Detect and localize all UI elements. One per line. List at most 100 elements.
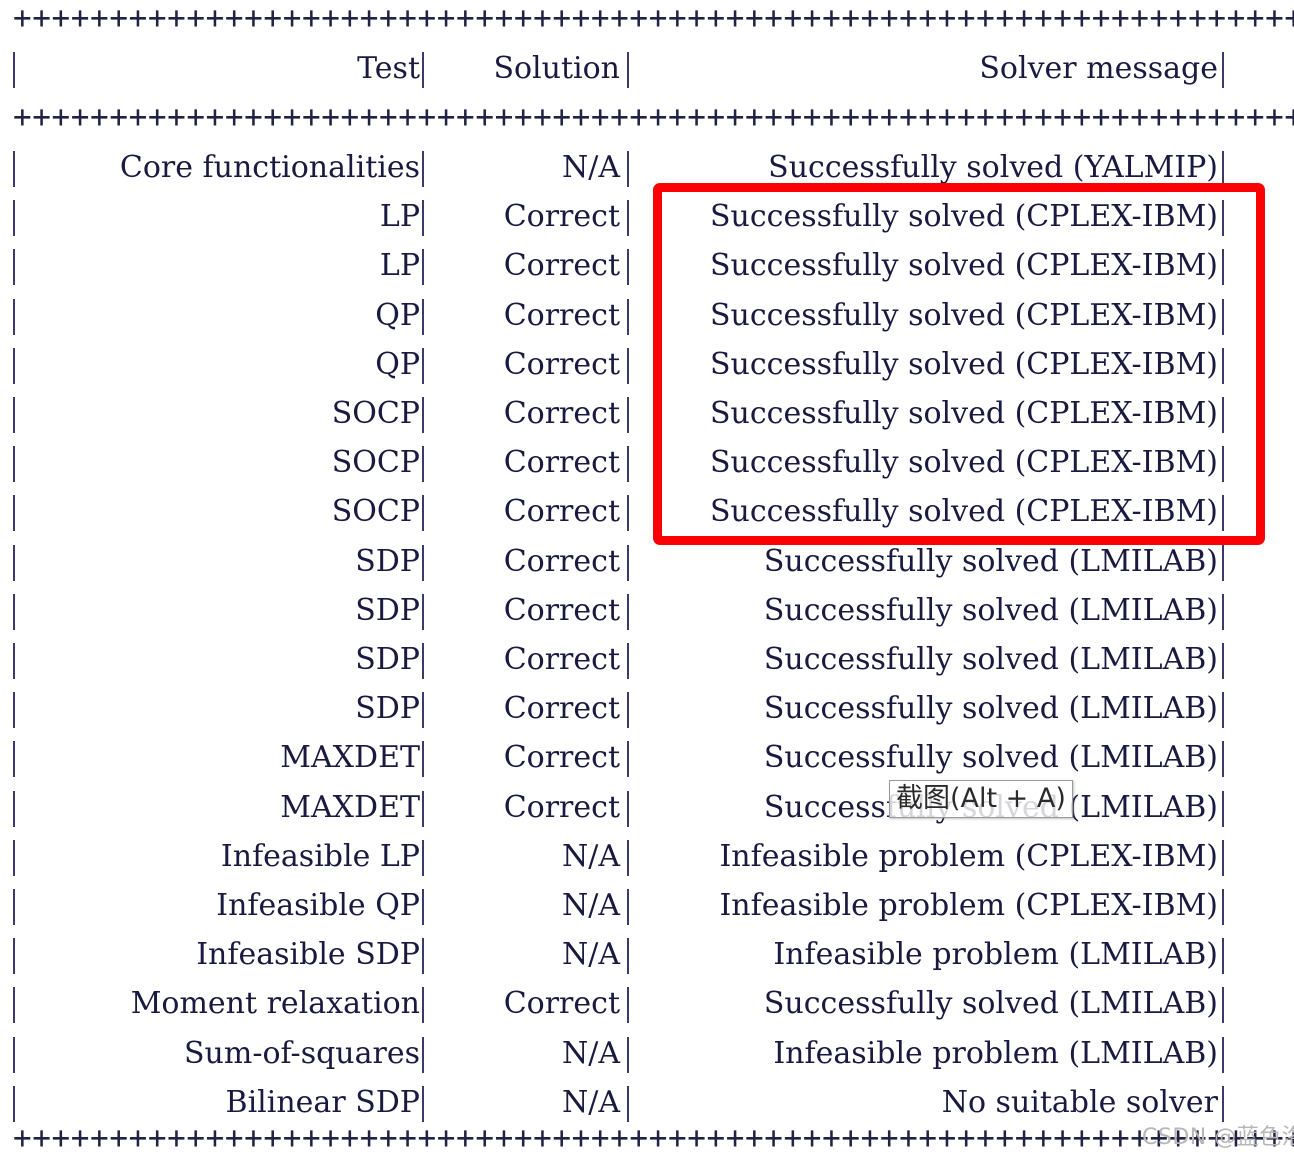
cell-solver-message: Successfully solved (LMILAB) — [763, 740, 1218, 776]
row-pipe-left — [13, 741, 15, 778]
row-pipe-right — [1222, 397, 1224, 433]
row-pipe-right — [1222, 692, 1224, 729]
cell-solver-message: Infeasible problem (CPLEX-IBM) — [719, 838, 1218, 874]
row-pipe-solution — [627, 52, 629, 88]
row-pipe-solution — [627, 987, 629, 1024]
cell-solution: Correct — [503, 199, 620, 235]
row-pipe-left — [13, 347, 15, 384]
row-pipe-test — [422, 446, 424, 483]
table-row: Moment relaxation Correct Successfully sol… — [0, 979, 1294, 1028]
table-row: Sum-of-squares N/A Infeasible problem (LMI… — [0, 1029, 1294, 1078]
row-pipe-right — [1222, 938, 1224, 975]
table-row: SOCP Correct Successfully solved (CPLEX-IB… — [0, 438, 1294, 487]
cell-solver-message: Successfully solved (YALMIP) — [768, 150, 1218, 185]
table-row: Infeasible QP N/A Infeasible problem (CPLE… — [0, 881, 1294, 930]
row-pipe-left — [13, 987, 15, 1024]
cell-test: QP — [375, 297, 420, 333]
table-header-row: Test Solution Solver message — [0, 44, 1294, 93]
cell-solver-message: Successfully solved (LMILAB) — [763, 592, 1218, 628]
cell-solution: N/A — [561, 888, 620, 923]
row-pipe-test — [422, 200, 424, 237]
row-pipe-right — [1222, 544, 1224, 581]
cell-test: SOCP — [331, 445, 420, 481]
table-row: SOCP Correct Successfully solved (CPLEX-IB… — [0, 487, 1294, 536]
cell-solution: N/A — [561, 1035, 620, 1071]
cell-solution: Correct — [503, 986, 620, 1022]
row-pipe-left — [13, 1036, 15, 1073]
cell-test: MAXDET — [280, 789, 420, 825]
row-pipe-solution — [627, 249, 629, 286]
row-pipe-left — [13, 692, 15, 729]
cell-solution: Correct — [503, 248, 620, 284]
row-pipe-right — [1222, 839, 1224, 876]
row-pipe-right — [1222, 347, 1224, 384]
row-pipe-left — [13, 593, 15, 630]
table-row: Core functionalities N/A Successfully solv… — [0, 143, 1294, 192]
table-separator-top: ++++++++++++++++++++++++++++++++++++++++… — [13, 0, 1294, 36]
row-pipe-right — [1222, 249, 1224, 286]
table-row: MAXDET Correct Successfully solved (LMILAB… — [0, 733, 1294, 782]
row-pipe-solution — [627, 692, 629, 729]
row-pipe-test — [422, 987, 424, 1024]
cell-solver-message: Successfully solved (CPLEX-IBM) — [709, 346, 1218, 382]
header-solution: Solution — [493, 51, 620, 86]
row-pipe-left — [13, 839, 15, 876]
row-pipe-test — [422, 692, 424, 729]
cell-solver-message: Successfully solved (LMILAB) — [763, 986, 1218, 1022]
row-pipe-test — [422, 889, 424, 925]
row-pipe-left — [13, 495, 15, 532]
row-pipe-right — [1222, 200, 1224, 237]
cell-solution: Correct — [503, 445, 620, 481]
table-row: QP Correct Successfully solved (CPLEX-IBM) — [0, 340, 1294, 389]
cell-solver-message: Successfully solved (LMILAB) — [763, 543, 1218, 579]
row-pipe-right — [1222, 495, 1224, 532]
table-row: SDP Correct Successfully solved (LMILAB) — [0, 635, 1294, 684]
cell-solution: Correct — [503, 592, 620, 628]
table-row: Infeasible SDP N/A Infeasible problem (LMI… — [0, 930, 1294, 979]
row-pipe-right — [1222, 643, 1224, 679]
table-row: SDP Correct Successfully solved (LMILAB) — [0, 537, 1294, 586]
table-row: SOCP Correct Successfully solved (CPLEX-IB… — [0, 389, 1294, 438]
cell-solution: Correct — [503, 396, 620, 431]
row-pipe-solution — [627, 200, 629, 237]
row-pipe-solution — [627, 889, 629, 925]
row-pipe-solution — [627, 593, 629, 630]
cell-solver-message: Successfully solved (CPLEX-IBM) — [709, 445, 1218, 481]
cell-test: Moment relaxation — [130, 986, 420, 1022]
table-row: SDP Correct Successfully solved (LMILAB) — [0, 684, 1294, 733]
row-pipe-test — [422, 397, 424, 433]
cell-test: SDP — [355, 592, 420, 628]
row-pipe-test — [422, 790, 424, 827]
cell-solver-message: Successfully solved (CPLEX-IBM) — [709, 199, 1218, 235]
cell-solution: N/A — [561, 838, 620, 874]
cell-solver-message: Successfully solved (LMILAB) — [763, 691, 1218, 727]
cell-solver-message: Infeasible problem (LMILAB) — [773, 1035, 1218, 1071]
row-pipe-left — [13, 397, 15, 433]
row-pipe-right — [1222, 790, 1224, 827]
cell-solution: N/A — [561, 937, 620, 973]
row-pipe-test — [422, 839, 424, 876]
cell-solver-message: Successfully solved (CPLEX-IBM) — [709, 396, 1218, 431]
table-separator-header: ++++++++++++++++++++++++++++++++++++++++… — [13, 99, 1294, 135]
header-test: Test — [357, 51, 420, 86]
cell-solver-message: Successfully solved (CPLEX-IBM) — [709, 248, 1218, 284]
row-pipe-left — [13, 889, 15, 925]
row-pipe-test — [422, 495, 424, 532]
row-pipe-test — [422, 643, 424, 679]
cell-test: Infeasible QP — [216, 888, 420, 923]
row-pipe-left — [13, 298, 15, 335]
table-separator-bottom: ++++++++++++++++++++++++++++++++++++++++… — [13, 1120, 1294, 1156]
row-pipe-test — [422, 1036, 424, 1073]
cell-solution: Correct — [503, 543, 620, 579]
cell-solution: Correct — [503, 346, 620, 382]
row-pipe-left — [13, 938, 15, 975]
cell-test: Core functionalities — [119, 150, 420, 185]
cell-test: MAXDET — [280, 740, 420, 776]
header-solver-message: Solver message — [979, 51, 1218, 86]
cell-test: QP — [375, 346, 420, 382]
cell-solver-message: Infeasible problem (CPLEX-IBM) — [719, 888, 1218, 923]
cell-test: Sum-of-squares — [184, 1035, 420, 1071]
cell-solver-message: Successfully solved (CPLEX-IBM) — [709, 297, 1218, 333]
row-pipe-solution — [627, 790, 629, 827]
row-pipe-right — [1222, 987, 1224, 1024]
